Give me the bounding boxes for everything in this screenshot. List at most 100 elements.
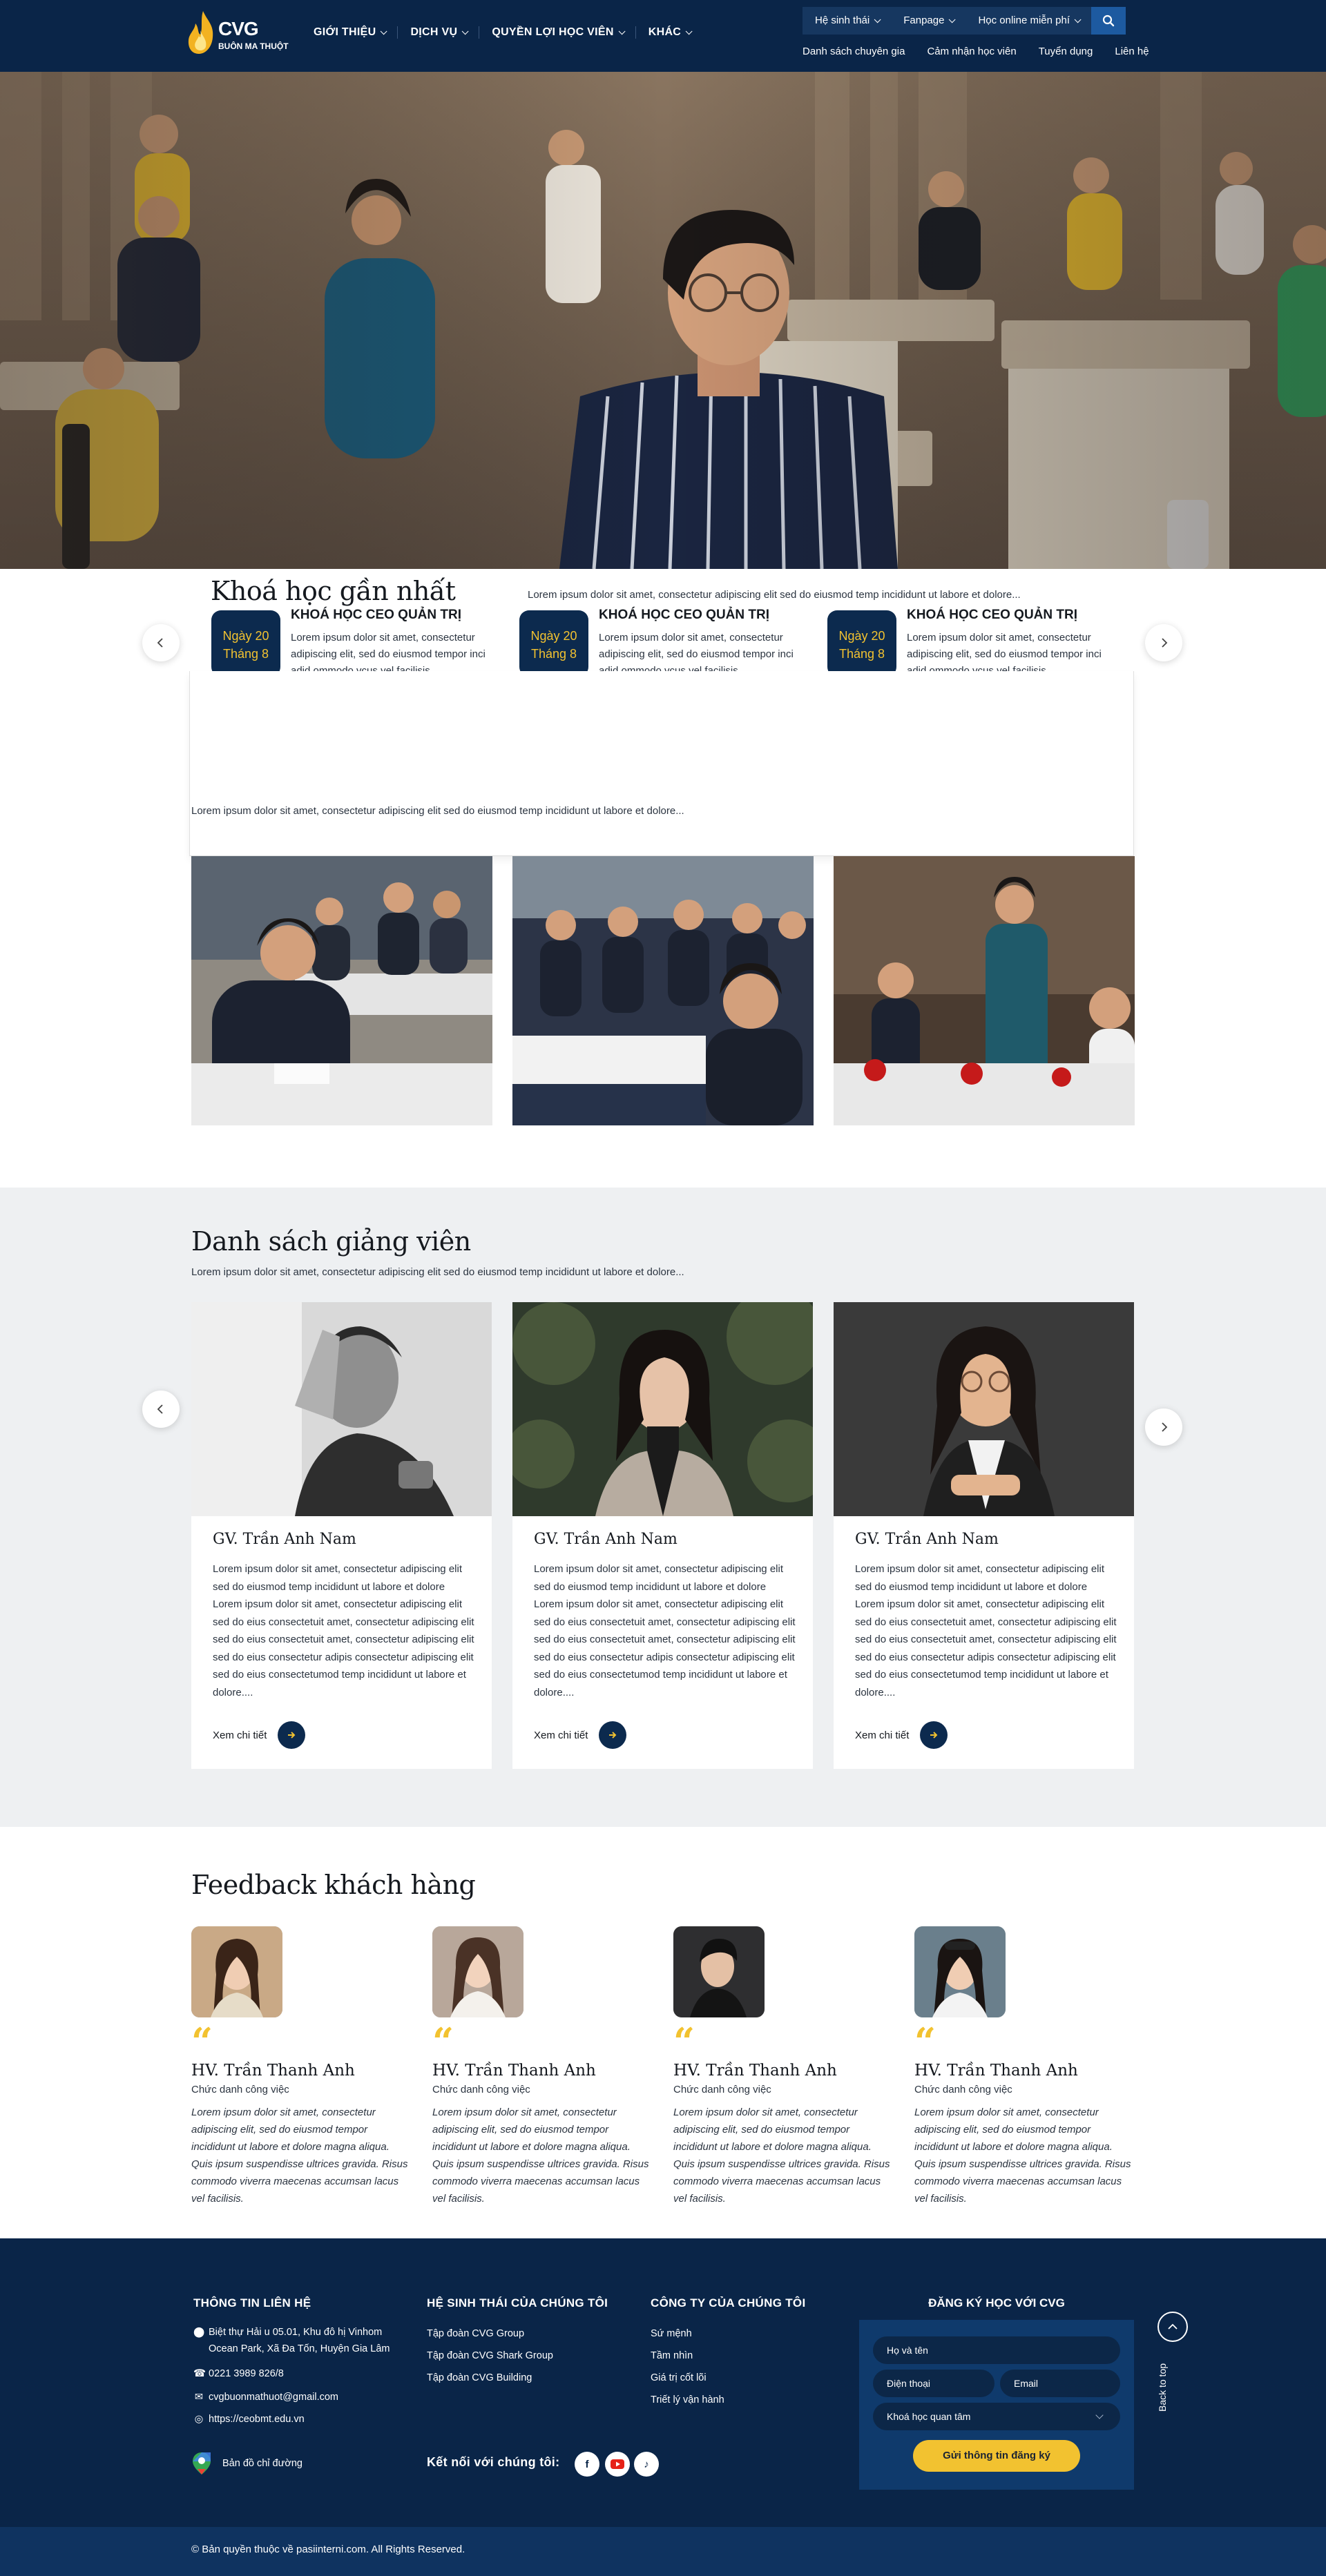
phone-field[interactable]: Điện thoại: [873, 2370, 995, 2397]
feedback-card: “ HV. Trần Thanh Anh Chức danh công việc…: [432, 1926, 653, 2207]
map-pin-icon: ⬤: [193, 2327, 205, 2338]
avatar: [914, 1926, 1006, 2017]
ecosystem-link[interactable]: Tập đoàn CVG Building: [427, 2370, 532, 2386]
courses-panel-lead: Lorem ipsum dolor sit amet, consectetur …: [191, 805, 684, 817]
lecturers-lead: Lorem ipsum dolor sit amet, consectetur …: [191, 1266, 684, 1278]
submit-button[interactable]: Gửi thông tin đăng ký: [913, 2440, 1080, 2472]
course-card[interactable]: Ngày 20 Tháng 8 KHOÁ HỌC CEO QUẢN TRỊ Lor…: [519, 608, 809, 677]
course-photo-image: [512, 856, 814, 1125]
nav-label: KHÁC: [648, 26, 682, 38]
subnav-cam-nhan-hoc-vien[interactable]: Cảm nhận học viên: [927, 46, 1016, 57]
subnav-tuyen-dung[interactable]: Tuyển dụng: [1039, 46, 1093, 57]
course-title[interactable]: KHOÁ HỌC CEO QUẢN TRỊ: [907, 608, 1077, 623]
lecturers-prev-button[interactable]: [142, 1391, 180, 1428]
feedback-name: HV. Trần Thanh Anh: [914, 2062, 1078, 2080]
nav-dich-vu[interactable]: DỊCH VỤ: [398, 26, 479, 39]
name-field[interactable]: Họ và tên: [873, 2336, 1120, 2364]
company-heading: CÔNG TY CỦA CHÚNG TÔI: [651, 2296, 806, 2309]
search-button[interactable]: [1091, 7, 1126, 35]
ecosystem-link[interactable]: Tập đoàn CVG Group: [427, 2325, 524, 2342]
subnav-danh-sach-chuyen-gia[interactable]: Danh sách chuyên gia: [803, 46, 905, 57]
hero-photo: [0, 72, 1326, 569]
nav-label: GIỚI THIỆU: [314, 26, 376, 38]
address: ⬤ Biệt thự Hải u 05.01, Khu đô hị Vinhom: [193, 2324, 382, 2341]
tiktok-icon[interactable]: ♪: [634, 2452, 659, 2477]
site-header: CVG BUÔN MA THUỘT GIỚI THIỆU DỊCH VỤ QUY…: [0, 0, 1326, 72]
courses-prev-button[interactable]: [142, 624, 180, 661]
lecturers-title: Danh sách giảng viên: [191, 1226, 471, 1257]
chevron-down-icon: [381, 28, 388, 35]
lecturer-more-link[interactable]: Xem chi tiết: [855, 1721, 948, 1749]
flame-logo-icon: [188, 11, 213, 54]
logo[interactable]: CVG BUÔN MA THUỘT: [186, 8, 289, 58]
avatar: [432, 1926, 523, 2017]
phone[interactable]: ☎ 0221 3989 826/8: [193, 2365, 284, 2382]
top-link-hoc-online[interactable]: Học online miễn phí: [965, 7, 1091, 35]
feedback-name: HV. Trần Thanh Anh: [191, 2062, 355, 2080]
courses-next-button[interactable]: [1145, 624, 1182, 661]
company-link[interactable]: Giá trị cốt lõi: [651, 2370, 707, 2386]
feedback-role: Chức danh công việc: [914, 2084, 1012, 2095]
course-title[interactable]: KHOÁ HỌC CEO QUẢN TRỊ: [599, 608, 769, 623]
lecturer-name[interactable]: GV. Trần Anh Nam: [213, 1531, 356, 1548]
facebook-icon[interactable]: f: [575, 2452, 599, 2477]
company-link[interactable]: Triết lý vận hành: [651, 2392, 724, 2408]
lecturer-photo-image: [834, 1302, 1134, 1516]
feedback-name: HV. Trần Thanh Anh: [432, 2062, 596, 2080]
lecturer-card[interactable]: GV. Trần Anh Nam Lorem ipsum dolor sit a…: [834, 1302, 1134, 1769]
company-link[interactable]: Tầm nhìn: [651, 2347, 693, 2364]
course-title[interactable]: KHOÁ HỌC CEO QUẢN TRỊ: [291, 608, 461, 623]
lecturer-more-link[interactable]: Xem chi tiết: [213, 1721, 306, 1749]
more-label: Xem chi tiết: [534, 1729, 588, 1741]
map-label: Bản đồ chỉ đường: [222, 2458, 302, 2469]
top-link-he-sinh-thai[interactable]: Hệ sinh thái: [803, 7, 891, 35]
nav-gioi-thieu[interactable]: GIỚI THIỆU: [309, 26, 397, 39]
youtube-icon[interactable]: [605, 2452, 630, 2477]
course-photo: [191, 856, 492, 1125]
chevron-down-icon: [685, 28, 693, 35]
nav-quyen-loi-hoc-vien[interactable]: QUYỀN LỢI HỌC VIÊN: [479, 26, 635, 39]
lecturer-name[interactable]: GV. Trần Anh Nam: [855, 1531, 999, 1548]
chevron-down-icon: [618, 28, 626, 35]
chevron-down-icon: [1074, 16, 1082, 23]
feedback-text: Lorem ipsum dolor sit amet, consectetur …: [673, 2107, 890, 2205]
back-to-top-label[interactable]: Back to top: [1157, 2363, 1168, 2412]
feedback-title: Feedback khách hàng: [191, 1870, 476, 1900]
course-date-badge: Ngày 20 Tháng 8: [211, 610, 280, 677]
lecturer-name[interactable]: GV. Trần Anh Nam: [534, 1531, 678, 1548]
email-field[interactable]: Email: [1000, 2370, 1120, 2397]
map-link[interactable]: Bản đồ chỉ đường: [191, 2451, 302, 2476]
top-link-fanpage[interactable]: Fanpage: [891, 7, 965, 35]
logo-subtitle: BUÔN MA THUỘT: [218, 41, 289, 51]
ecosystem-link[interactable]: Tập đoàn CVG Shark Group: [427, 2347, 553, 2364]
lecturer-more-link[interactable]: Xem chi tiết: [534, 1721, 627, 1749]
email[interactable]: ✉ cvgbuonmathuot@gmail.com: [193, 2389, 338, 2405]
course-select[interactable]: Khoá học quan tâm: [873, 2403, 1120, 2430]
lecturer-card[interactable]: GV. Trần Anh Nam Lorem ipsum dolor sit a…: [191, 1302, 492, 1769]
course-photo: [512, 856, 814, 1125]
nav-khac[interactable]: KHÁC: [636, 26, 702, 39]
quote-icon: “: [191, 2020, 213, 2064]
lecturers-next-button[interactable]: [1145, 1408, 1182, 1446]
course-card[interactable]: Ngày 20 Tháng 8 KHOÁ HỌC CEO QUẢN TRỊ Lor…: [827, 608, 1117, 677]
lecturer-photo: [191, 1302, 492, 1516]
company-link[interactable]: Sứ mệnh: [651, 2325, 692, 2342]
lecturer-card[interactable]: GV. Trần Anh Nam Lorem ipsum dolor sit a…: [512, 1302, 813, 1769]
course-card[interactable]: Ngày 20 Tháng 8 KHOÁ HỌC CEO QUẢN TRỊ Lor…: [211, 608, 501, 677]
chevron-right-icon: [1162, 638, 1168, 648]
date-day: Ngày 20: [530, 629, 577, 643]
feedback-role: Chức danh công việc: [432, 2084, 530, 2095]
website[interactable]: ◎ https://ceobmt.edu.vn: [193, 2411, 305, 2428]
subnav-lien-he[interactable]: Liên hệ: [1115, 46, 1149, 57]
feedback-role: Chức danh công việc: [191, 2084, 289, 2095]
chevron-down-icon: [461, 28, 469, 35]
chevron-up-icon: [1168, 2323, 1178, 2330]
lecturer-photo-image: [191, 1302, 492, 1516]
courses-lead: Lorem ipsum dolor sit amet, consectetur …: [528, 589, 1021, 601]
course-photo-image: [834, 856, 1135, 1125]
logo-text: CVG: [218, 18, 259, 39]
google-maps-icon: [193, 2452, 211, 2475]
avatar: [191, 1926, 282, 2017]
lecturer-desc: Lorem ipsum dolor sit amet, consectetur …: [855, 1563, 1117, 1698]
back-to-top-button[interactable]: [1157, 2312, 1188, 2342]
